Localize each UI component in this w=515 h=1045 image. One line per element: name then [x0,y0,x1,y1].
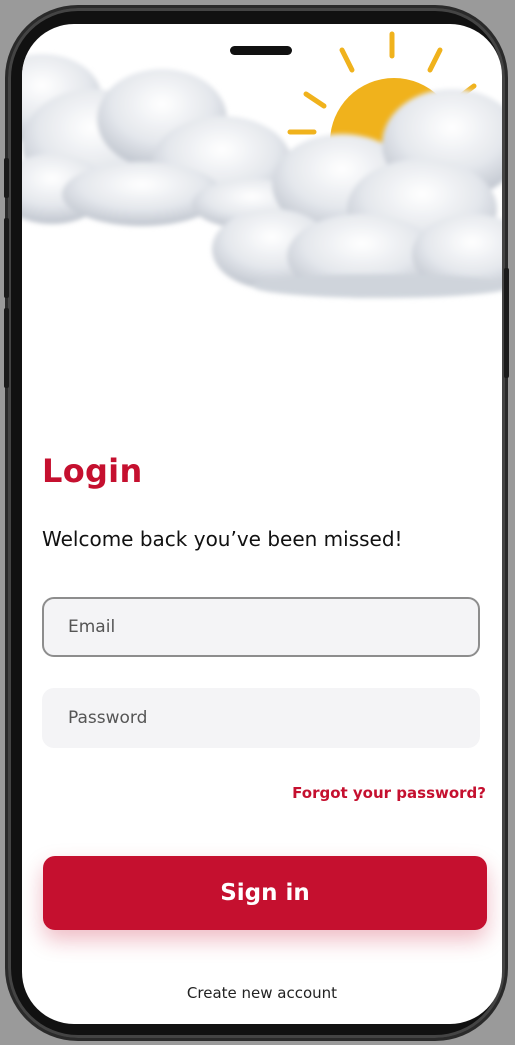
side-button-volume-up [4,218,9,298]
forgot-password-link[interactable]: Forgot your password? [292,784,486,802]
welcome-subtitle: Welcome back you’ve been missed! [42,527,403,551]
app-screen: Login Welcome back you’ve been missed! F… [22,24,502,1024]
create-account-link[interactable]: Create new account [22,984,502,1002]
hero-illustration [22,31,502,298]
sign-in-button[interactable]: Sign in [43,856,487,930]
side-button-power [504,268,509,378]
page-title: Login [42,452,143,490]
speaker-notch [230,46,292,55]
side-button-volume-down [4,308,9,388]
email-field[interactable] [42,597,480,657]
side-button-mute [4,158,9,198]
password-field[interactable] [42,688,480,748]
